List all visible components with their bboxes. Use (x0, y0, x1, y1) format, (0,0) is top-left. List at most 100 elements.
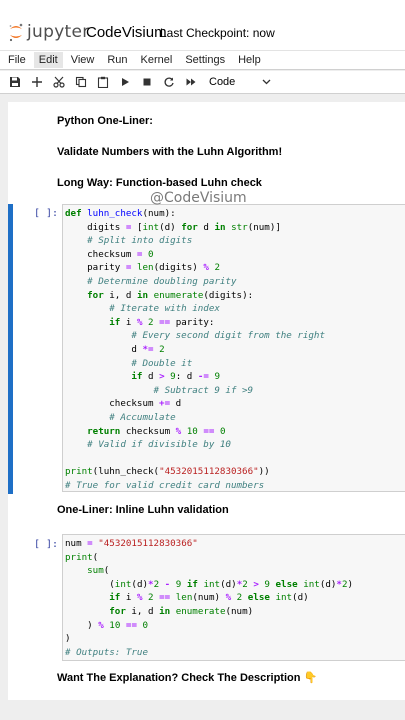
code-line: if d > 9: d -= 9 (65, 370, 325, 384)
code-token: len (175, 592, 193, 604)
code-line: parity = len(digits) % 2 (65, 261, 325, 275)
add-cell-button[interactable] (26, 72, 47, 93)
markdown-heading-python-one-liner[interactable]: Python One-Liner: (57, 115, 153, 127)
markdown-heading-long-way[interactable]: Long Way: Function-based Luhn check (57, 177, 262, 189)
code-token: (luhn_check( (92, 466, 160, 478)
notebook-name[interactable]: CodeVisium (86, 24, 167, 41)
code-token: d (142, 371, 160, 383)
code-token: == (125, 619, 137, 631)
code-line: if i % 2 == len(num) % 2 else int(d) (65, 591, 353, 605)
code-line: # Outputs: True (65, 646, 353, 660)
run-button[interactable] (114, 72, 135, 93)
paste-button[interactable] (92, 72, 113, 93)
code-token: d (65, 343, 143, 355)
checkpoint-status: Last Checkpoint: now (160, 26, 275, 40)
menu-edit[interactable]: Edit (33, 52, 63, 68)
code-line: (int(d)*2 - 9 if int(d)*2 > 9 else int(d… (65, 578, 353, 592)
save-button[interactable] (4, 72, 25, 93)
jupyter-logo-icon (8, 22, 24, 42)
code-token: # Outputs: True (65, 646, 148, 658)
code-line: num = "4532015112830366" (65, 537, 353, 551)
save-icon (9, 77, 20, 87)
code-line: def luhn_check(num): (65, 207, 325, 221)
code-token: ( (65, 578, 115, 590)
code-token: # Determine doubling parity (65, 275, 237, 287)
code-token: d (170, 398, 182, 410)
code-token: (num)] (247, 221, 281, 233)
code-token: # Split into digits (65, 235, 193, 247)
code-token: int (114, 578, 132, 590)
code-token: 2 (214, 262, 220, 274)
cut-button[interactable] (48, 72, 69, 93)
fast-forward-button[interactable] (180, 72, 201, 93)
code-token: for (65, 605, 126, 617)
markdown-heading-one-liner[interactable]: One-Liner: Inline Luhn validation (57, 504, 229, 516)
menu-kernel[interactable]: Kernel (136, 52, 178, 68)
jupyter-logo[interactable]: jupyter (8, 22, 90, 42)
code-token: else (275, 578, 298, 590)
code-token: [ (131, 221, 143, 233)
code-token: if (186, 578, 198, 590)
code-token: -= (197, 371, 209, 383)
restart-icon (164, 77, 174, 87)
code-line: sum( (65, 564, 353, 578)
code-line: ) (65, 632, 353, 646)
code-token: (digits): (203, 289, 254, 301)
code-token: int (303, 578, 320, 590)
cell-prompt: [ ]: (34, 208, 59, 219)
code-token: int (275, 592, 293, 604)
code-token: (d) (131, 578, 149, 590)
code-token: # Subtract 9 if >9 (65, 384, 254, 396)
code-token: == (203, 425, 215, 437)
copy-icon (75, 76, 86, 88)
code-token: checksum (65, 398, 160, 410)
code-token: for (181, 221, 198, 233)
code-token: print (65, 466, 93, 478)
code-token: i (120, 592, 137, 604)
code-line: return checksum % 10 == 0 (65, 425, 325, 439)
menu-settings[interactable]: Settings (180, 52, 230, 68)
code-token: ) (65, 633, 71, 645)
code-token: # Iterate with index (65, 303, 220, 315)
code-token: num (65, 538, 88, 549)
code-line: # Accumulate (65, 411, 325, 425)
code-cell-source[interactable]: num = "4532015112830366" print( sum( (int… (65, 537, 353, 659)
fast-forward-icon (186, 78, 195, 86)
code-token: == (159, 316, 171, 328)
cell-type-select[interactable]: Code (209, 76, 271, 88)
code-token: 0 (220, 425, 226, 437)
menu-file[interactable]: File (3, 52, 31, 68)
code-token: if (65, 316, 121, 328)
code-line: print( (65, 551, 353, 565)
copy-button[interactable] (70, 72, 91, 93)
code-token: (num): (142, 208, 176, 219)
stop-button[interactable] (136, 72, 157, 93)
code-token: for (65, 289, 104, 301)
code-token: len (136, 262, 154, 274)
code-token: "4532015112830366" (159, 466, 259, 478)
code-token: str (231, 221, 248, 233)
menu-view[interactable]: View (66, 52, 100, 68)
code-token: (d) (220, 578, 237, 590)
code-token: (d) (159, 221, 182, 233)
code-token: += (159, 398, 171, 410)
code-cell-source[interactable]: def luhn_check(num): digits = [int(d) fo… (65, 207, 325, 492)
code-token: in (159, 605, 171, 617)
code-token: # Accumulate (65, 411, 176, 423)
code-line: # Double it (65, 357, 325, 371)
markdown-heading-luhn[interactable]: Validate Numbers with the Luhn Algorithm… (57, 146, 282, 158)
active-cell-indicator (8, 204, 13, 494)
markdown-call-to-action[interactable]: Want The Explanation? Check The Descript… (57, 671, 317, 684)
restart-button[interactable] (158, 72, 179, 93)
code-token: else (247, 592, 270, 604)
menu-run[interactable]: Run (102, 52, 132, 68)
add-cell-icon (31, 77, 42, 87)
menu-help[interactable]: Help (233, 52, 266, 68)
code-token: checksum (65, 248, 137, 260)
code-token: checksum (120, 425, 176, 437)
code-token: if (65, 371, 143, 383)
code-token: ) (65, 619, 99, 631)
code-token: (d) (292, 592, 309, 604)
code-token: luhn_check (87, 208, 143, 219)
